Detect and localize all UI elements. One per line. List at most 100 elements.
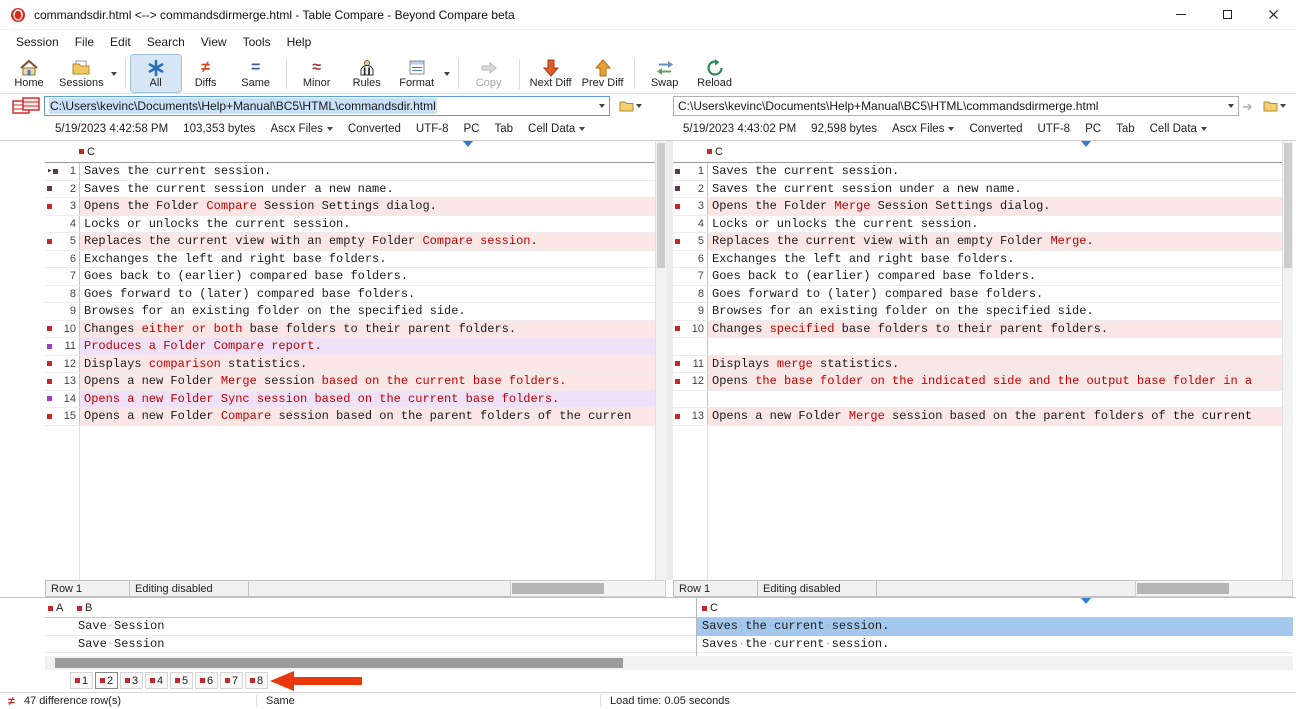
row-text[interactable]: Browses for an existing folder on the sp… xyxy=(80,303,655,320)
menu-edit[interactable]: Edit xyxy=(102,32,139,52)
right-path-dropdown[interactable] xyxy=(1224,104,1238,108)
grid-row[interactable]: 7 Goes back to (earlier) compared base fo… xyxy=(673,268,1282,286)
detail-cell-left[interactable]: Save · Session xyxy=(45,618,696,636)
grid-row[interactable]: 6 Exchanges the left and right base folde… xyxy=(45,250,655,268)
column-tab-1[interactable]: 1 xyxy=(70,672,93,689)
column-tab-7[interactable]: 7 xyxy=(220,672,243,689)
left-format-dropdown[interactable]: Ascx Files xyxy=(270,123,333,135)
menu-session[interactable]: Session xyxy=(8,32,67,52)
right-pane-hscrollbar[interactable] xyxy=(1135,580,1293,597)
menu-search[interactable]: Search xyxy=(139,32,193,52)
right-column-header[interactable]: C xyxy=(673,141,1282,163)
grid-row[interactable]: ▸ 1 Saves the current session. xyxy=(45,163,655,181)
right-browse-button[interactable] xyxy=(1258,96,1290,116)
right-vertical-scrollbar[interactable] xyxy=(1282,141,1293,580)
grid-row[interactable]: 3 Opens the Folder Compare Session Settin… xyxy=(45,198,655,216)
grid-row[interactable]: 12 Opens the base folder on the indicated… xyxy=(673,373,1282,391)
maximize-button[interactable] xyxy=(1204,0,1250,29)
column-tab-6[interactable]: 6 xyxy=(195,672,218,689)
right-pane-hscroll-thumb[interactable] xyxy=(1137,583,1229,594)
row-text[interactable]: Replaces the current view with an empty … xyxy=(80,233,655,250)
row-text[interactable]: Opens the base folder on the indicated s… xyxy=(708,373,1282,390)
format-button[interactable]: Format xyxy=(392,55,442,92)
next-diff-button[interactable]: Next Diff xyxy=(525,55,577,92)
row-text[interactable]: Opens a new Folder Sync session based on… xyxy=(80,390,655,407)
row-text[interactable]: Saves the current session under a new na… xyxy=(708,181,1282,198)
grid-row[interactable]: 1 Saves the current session. xyxy=(673,163,1282,181)
prev-diff-button[interactable]: Prev Diff xyxy=(577,55,629,92)
row-text[interactable]: Locks or unlocks the current session. xyxy=(80,216,655,233)
right-encoding[interactable]: UTF-8 xyxy=(1038,123,1071,135)
grid-row[interactable]: 6 Exchanges the left and right base folde… xyxy=(673,250,1282,268)
grid-row[interactable]: 5 Replaces the current view with an empty… xyxy=(45,233,655,251)
grid-row[interactable]: 12 Displays comparison statistics. xyxy=(45,355,655,373)
menu-tools[interactable]: Tools xyxy=(235,32,279,52)
filter-all-button[interactable]: All xyxy=(129,54,182,93)
left-delimiter[interactable]: Tab xyxy=(494,123,513,135)
column-tab-2[interactable]: 2 xyxy=(95,672,118,689)
grid-row[interactable]: 9 Browses for an existing folder on the s… xyxy=(45,303,655,321)
left-path-dropdown[interactable] xyxy=(595,104,609,108)
grid-row[interactable]: 2 Saves the current session under a new n… xyxy=(45,180,655,198)
detail-column-b[interactable]: B xyxy=(77,598,92,618)
row-text[interactable]: Opens a new Folder Merge session based o… xyxy=(80,373,655,390)
right-line-endings[interactable]: PC xyxy=(1085,123,1101,135)
grid-row[interactable]: 7 Goes back to (earlier) compared base fo… xyxy=(45,268,655,286)
format-dropdown[interactable] xyxy=(442,59,453,89)
filter-minor-button[interactable]: ≈ Minor xyxy=(292,55,342,92)
close-button[interactable] xyxy=(1250,0,1296,29)
row-text[interactable]: Opens a new Folder Compare session based… xyxy=(80,408,655,425)
row-text[interactable]: Saves the current session under a new na… xyxy=(80,181,655,198)
grid-row[interactable]: 10 Changes either or both base folders to… xyxy=(45,320,655,338)
row-text[interactable]: Goes back to (earlier) compared base fol… xyxy=(708,268,1282,285)
menu-view[interactable]: View xyxy=(193,32,235,52)
sessions-dropdown[interactable] xyxy=(109,59,120,89)
row-text[interactable]: Replaces the current view with an empty … xyxy=(708,233,1282,250)
grid-row[interactable]: 14 Opens a new Folder Sync session based … xyxy=(45,390,655,408)
detail-cell-right[interactable]: Saves · the · current · session. xyxy=(697,636,1293,653)
row-text[interactable]: Goes forward to (later) compared base fo… xyxy=(80,286,655,303)
right-format-dropdown[interactable]: Ascx Files xyxy=(892,123,955,135)
row-text[interactable]: Locks or unlocks the current session. xyxy=(708,216,1282,233)
menu-help[interactable]: Help xyxy=(279,32,320,52)
row-text[interactable]: Opens the Folder Compare Session Setting… xyxy=(80,198,655,215)
detail-cell-right[interactable]: Saves · the · current · session. xyxy=(697,618,1293,636)
grid-row[interactable]: 8 Goes forward to (later) compared base f… xyxy=(673,285,1282,303)
left-pane-hscrollbar[interactable] xyxy=(510,580,666,597)
left-browse-button[interactable] xyxy=(614,96,646,116)
left-view-mode-dropdown[interactable]: Cell Data xyxy=(528,123,586,135)
right-delimiter[interactable]: Tab xyxy=(1116,123,1135,135)
sessions-button[interactable]: Sessions xyxy=(54,55,109,92)
home-button[interactable]: Home xyxy=(4,55,54,92)
detail-column-a[interactable]: A xyxy=(48,598,63,618)
filter-diffs-button[interactable]: ≠ Diffs xyxy=(181,55,231,92)
left-encoding[interactable]: UTF-8 xyxy=(416,123,449,135)
grid-row[interactable]: 13 Opens a new Folder Merge session based… xyxy=(673,408,1282,426)
grid-row[interactable]: 10 Changes specified base folders to thei… xyxy=(673,320,1282,338)
reload-button[interactable]: Reload xyxy=(690,55,740,92)
menu-file[interactable]: File xyxy=(67,32,102,52)
row-text[interactable]: Saves the current session. xyxy=(80,163,655,180)
minimize-button[interactable] xyxy=(1158,0,1204,29)
row-text[interactable]: Changes specified base folders to their … xyxy=(708,320,1282,337)
row-text[interactable]: Displays comparison statistics. xyxy=(80,355,655,372)
right-conversion-status[interactable]: Converted xyxy=(969,123,1022,135)
grid-row[interactable]: 9 Browses for an existing folder on the s… xyxy=(673,303,1282,321)
row-text[interactable]: Changes either or both base folders to t… xyxy=(80,320,655,337)
row-text[interactable]: Browses for an existing folder on the sp… xyxy=(708,303,1282,320)
detail-cell-left[interactable]: Save · Session xyxy=(45,636,696,653)
right-view-mode-dropdown[interactable]: Cell Data xyxy=(1150,123,1207,135)
row-text[interactable]: Goes forward to (later) compared base fo… xyxy=(708,286,1282,303)
row-text[interactable]: Produces a Folder Compare report. xyxy=(80,338,655,355)
grid-row[interactable]: 4 Locks or unlocks the current session. xyxy=(673,215,1282,233)
main-horizontal-scrollbar[interactable] xyxy=(45,656,1293,670)
row-text[interactable]: Goes back to (earlier) compared base fol… xyxy=(80,268,655,285)
grid-row[interactable]: 13 Opens a new Folder Merge session based… xyxy=(45,373,655,391)
grid-row[interactable]: 8 Goes forward to (later) compared base f… xyxy=(45,285,655,303)
row-text[interactable]: Exchanges the left and right base folder… xyxy=(708,251,1282,268)
left-column-header[interactable]: C xyxy=(45,141,655,163)
column-tab-5[interactable]: 5 xyxy=(170,672,193,689)
copy-button[interactable]: Copy xyxy=(464,55,514,92)
row-text[interactable]: Opens the Folder Merge Session Settings … xyxy=(708,198,1282,215)
row-text[interactable]: Displays merge statistics. xyxy=(708,355,1282,372)
